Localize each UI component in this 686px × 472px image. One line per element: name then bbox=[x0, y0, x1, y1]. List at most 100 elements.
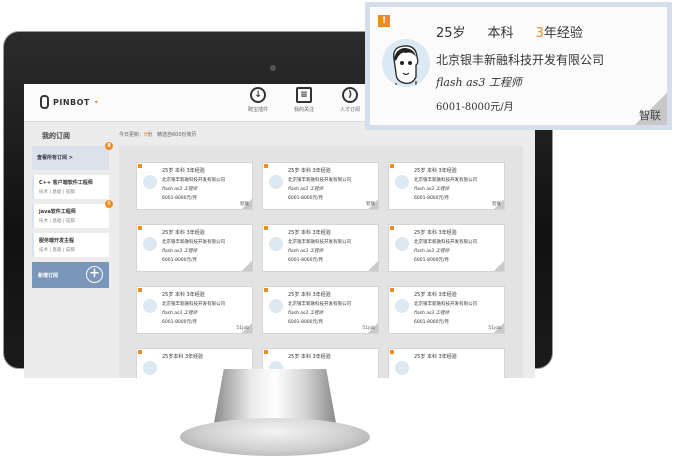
alert-flag-icon bbox=[264, 164, 268, 168]
candidate-job-title: flash as3 工程师 bbox=[162, 249, 198, 254]
candidate-salary: 6001-8000元/月 bbox=[162, 320, 198, 325]
resume-card[interactable]: 25岁 本科 3年经验 北京银丰新融科技开发有限公司 flash as3 工程师 60… bbox=[262, 162, 379, 210]
logo-icon bbox=[40, 95, 49, 109]
candidate-experience-years: 3 bbox=[535, 26, 544, 41]
alert-flag-icon bbox=[390, 288, 394, 292]
candidate-salary: 6001-8000元/月 bbox=[162, 196, 198, 201]
alert-flag-icon bbox=[390, 226, 394, 230]
subscription-title: C++ 客户端软件工程师 bbox=[39, 180, 93, 186]
candidate-company: 北京银丰新融科技开发有限公司 bbox=[436, 53, 605, 67]
candidate-salary: 6001-8000元/月 bbox=[414, 258, 450, 263]
nav-follow-label: 我的关注 bbox=[293, 107, 314, 113]
candidate-company: 北京银丰新融科技开发有限公司 bbox=[162, 302, 225, 307]
corner-fold bbox=[494, 261, 504, 271]
candidate-summary: 25岁 本科 3年经验 bbox=[436, 22, 583, 41]
candidate-salary: 6001-8000元/月 bbox=[414, 320, 450, 325]
resume-card[interactable]: 25岁 本科 3年经验北京银丰新融科技开发有限公司 flash as3 工程师 60… bbox=[136, 162, 253, 210]
source-label: 智联 bbox=[492, 202, 501, 207]
avatar bbox=[382, 39, 430, 87]
resume-card-zoom[interactable]: ! 25岁 本科 3年经验 北京银丰新融科技开发有限公司 flash as3 工程师… bbox=[365, 2, 672, 130]
candidate-salary: 6001-8000元/月 bbox=[414, 196, 450, 201]
resume-card[interactable]: 25岁 本科 3年经验 北京银丰新融科技开发有限公司 flash as3 工程师 60… bbox=[388, 224, 505, 272]
view-all-subscriptions-button[interactable]: 查看所有订阅 > 8 bbox=[32, 142, 113, 170]
update-summary: 今日更新：8份 精选自600份简历 bbox=[119, 131, 197, 138]
logo[interactable]: PINBOT • bbox=[40, 95, 99, 109]
alert-flag-icon bbox=[264, 288, 268, 292]
avatar bbox=[143, 237, 157, 251]
alert-flag-icon bbox=[390, 164, 394, 168]
candidate-education: 本科 bbox=[487, 26, 514, 41]
candidate-summary: 25岁 本科 3年经验 bbox=[162, 292, 205, 298]
candidate-summary: 25岁 本科 3年经验 bbox=[162, 168, 205, 174]
corner-fold bbox=[368, 261, 378, 271]
candidate-summary: 25岁 本科 3年经验 bbox=[414, 230, 457, 236]
nav-subscribe[interactable]: ) 人才订阅 bbox=[330, 87, 370, 113]
avatar bbox=[143, 175, 157, 189]
source-label: 智联 bbox=[366, 202, 375, 207]
alert-flag-icon bbox=[390, 350, 394, 354]
avatar bbox=[395, 361, 409, 375]
candidate-job-title: flash as3 工程师 bbox=[288, 249, 324, 254]
avatar bbox=[395, 299, 409, 313]
candidate-summary: 25岁 本科 3年经验 bbox=[414, 168, 457, 174]
sidebar-item-subscription[interactable]: C++ 客户端软件工程师 技术 | 基础 | 成都 bbox=[32, 175, 109, 199]
avatar bbox=[269, 175, 283, 189]
resume-card[interactable]: 25岁 本科 3年经验 北京银丰新融科技开发有限公司 flash as3 工程师 60… bbox=[136, 224, 253, 272]
summary-note: 精选自600份简历 bbox=[157, 132, 197, 138]
candidate-salary: 6001-8000元/月 bbox=[288, 258, 324, 263]
rss-icon: ) bbox=[342, 87, 358, 103]
candidate-job-title: flash as3 工程师 bbox=[414, 187, 450, 192]
summary-prefix: 今日更新： bbox=[119, 132, 145, 138]
source-label: 51job bbox=[236, 326, 249, 331]
subscription-meta: 技术 | 基础 | 成都 bbox=[39, 248, 75, 253]
resume-card[interactable]: 25岁 本科 3年经验 北京银丰新融科技开发有限公司 flash as3 工程师 60… bbox=[136, 286, 253, 334]
alert-flag-icon bbox=[264, 226, 268, 230]
nav-plugin[interactable]: ↓ 聘宝插件 bbox=[238, 87, 278, 113]
candidate-summary: 25岁 本科 3年经验 bbox=[288, 292, 331, 298]
candidate-company: 北京银丰新融科技开发有限公司 bbox=[162, 178, 225, 183]
source-label: 51job bbox=[488, 326, 501, 331]
monitor-stand-neck bbox=[214, 369, 336, 423]
source-label: 智联 bbox=[639, 109, 661, 122]
resume-card[interactable]: 25岁 本科 3年经验 北京银丰新融科技开发有限公司 flash as3 工程师 60… bbox=[262, 224, 379, 272]
resume-card[interactable]: 25岁 本科 3年经验 bbox=[388, 348, 505, 378]
avatar bbox=[143, 361, 157, 375]
candidate-job-title: flash as3 工程师 bbox=[414, 249, 450, 254]
resume-card[interactable]: 25岁 本科 3年经验 北京银丰新融科技开发有限公司 flash as3 工程师 60… bbox=[388, 162, 505, 210]
plus-icon: + bbox=[86, 266, 103, 283]
nav-follow[interactable]: ≡ 我的关注 bbox=[284, 87, 324, 113]
candidate-job-title: flash as3 工程师 bbox=[414, 311, 450, 316]
candidate-experience-unit: 年经验 bbox=[543, 26, 583, 41]
source-label: 51job bbox=[362, 326, 375, 331]
candidate-summary: 25岁 本科 3年经验 bbox=[162, 230, 205, 236]
subscription-meta: 技术 | 基础 | 成都 bbox=[39, 219, 75, 224]
candidate-summary: 25岁 本科 3年经验 bbox=[414, 354, 457, 360]
alert-flag-icon: ! bbox=[378, 15, 390, 27]
candidate-summary: 25岁 本科 3年经验 bbox=[288, 168, 331, 174]
alert-flag-icon bbox=[138, 288, 142, 292]
candidate-job-title: flash as3 工程师 bbox=[162, 187, 198, 192]
webcam-icon bbox=[270, 65, 276, 71]
calendar-icon: ≡ bbox=[296, 87, 312, 103]
alert-flag-icon bbox=[138, 226, 142, 230]
sidebar: 查看所有订阅 > 8 C++ 客户端软件工程师 技术 | 基础 | 成都 jav… bbox=[32, 142, 113, 288]
corner-fold bbox=[242, 261, 252, 271]
candidate-job-title: flash as3 工程师 bbox=[288, 187, 324, 192]
candidate-salary: 6001-8000元/月 bbox=[288, 196, 324, 201]
candidate-job-title: flash as3 工程师 bbox=[436, 76, 522, 89]
logo-text: PINBOT bbox=[53, 97, 90, 107]
subscription-title: java软件工程师 bbox=[39, 209, 76, 215]
resume-card[interactable]: 25岁 本科 3年经验 北京银丰新融科技开发有限公司 flash as3 工程师 60… bbox=[388, 286, 505, 334]
candidate-age: 25岁 bbox=[436, 26, 466, 41]
sidebar-item-subscription[interactable]: java软件工程师 技术 | 基础 | 成都 8 bbox=[32, 200, 113, 228]
source-label: 智联 bbox=[240, 202, 249, 207]
candidate-company: 北京银丰新融科技开发有限公司 bbox=[414, 302, 477, 307]
candidate-summary: 25岁本科 3年经验 bbox=[162, 354, 204, 360]
summary-unit: 份 bbox=[147, 132, 153, 138]
candidate-company: 北京银丰新融科技开发有限公司 bbox=[288, 240, 351, 245]
avatar bbox=[395, 237, 409, 251]
add-subscription-button[interactable]: 新增订阅 + bbox=[32, 262, 109, 288]
resume-card[interactable]: 25岁 本科 3年经验 北京银丰新融科技开发有限公司 flash as3 工程师 60… bbox=[262, 286, 379, 334]
nav-subscribe-label: 人才订阅 bbox=[339, 107, 360, 113]
sidebar-item-subscription[interactable]: 服务端开发主程 技术 | 基础 | 成都 bbox=[32, 233, 109, 257]
